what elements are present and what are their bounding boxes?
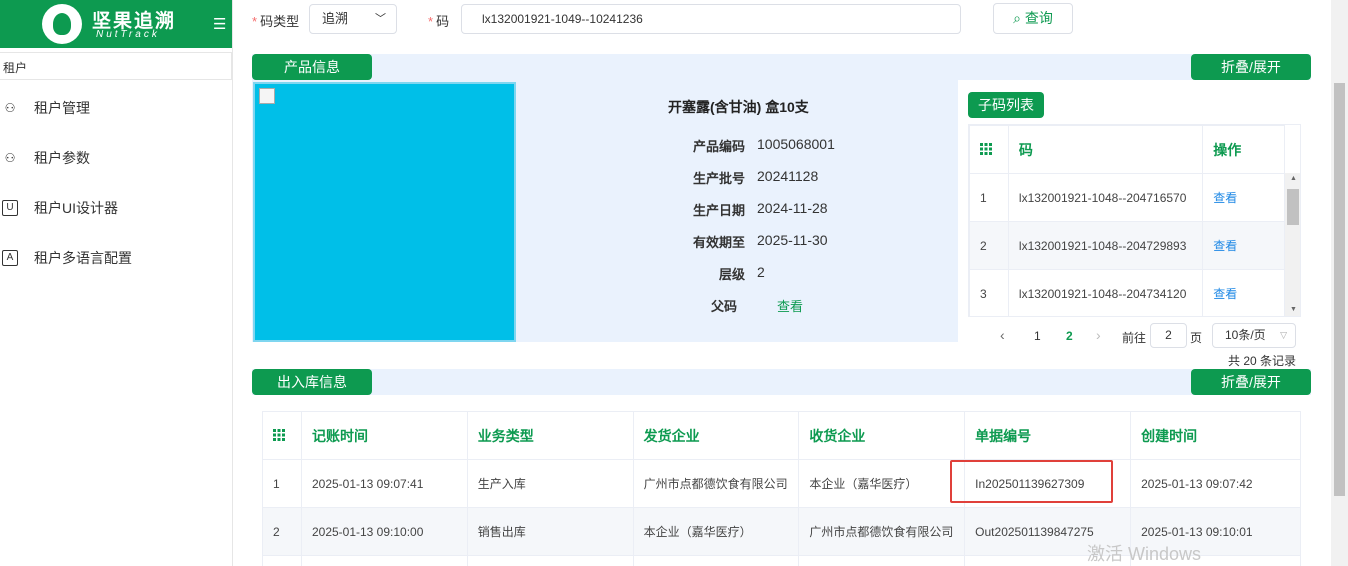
search-button[interactable]: ⌕ 查询 <box>993 3 1073 34</box>
subcode-scrollbar[interactable]: ▲ ▼ <box>1285 173 1300 316</box>
product-name: 开塞露(含甘油) 盒10支 <box>668 99 809 115</box>
nut-logo-icon <box>42 4 82 44</box>
field-batch: 生产批号 20241128 <box>692 168 819 186</box>
windows-watermark: 激活 Windows <box>1087 544 1202 564</box>
user-gear-icon: ⚇ <box>4 101 16 115</box>
sidebar-divider <box>232 0 233 566</box>
tab-inout-info[interactable]: 出入库信息 <box>252 369 372 395</box>
field-parent-code: 父码 查看 <box>655 296 955 316</box>
grid-icon <box>273 428 285 441</box>
ui-box-icon: U <box>2 200 18 216</box>
col-shipper: 发货企业 <box>632 411 800 460</box>
total-records: 共 20 条记录 <box>1228 354 1297 368</box>
view-link[interactable]: 查看 <box>1213 239 1237 253</box>
inout-band <box>252 369 1311 395</box>
field-product-code: 产品编码 1005068001 <box>692 136 835 154</box>
table-row: 1 lx132001921-1048--204716570 查看 <box>969 173 1285 222</box>
logo-subtitle: NutTrack <box>96 29 160 40</box>
product-image <box>253 82 516 342</box>
menu-toggle-icon[interactable]: ☰ <box>213 15 226 33</box>
field-level: 层级 2 <box>718 264 765 282</box>
table-row: 3 lx132001921-1048--204734120 查看 <box>969 269 1285 316</box>
parent-view-link[interactable]: 查看 <box>777 296 803 315</box>
col-post-time: 记账时间 <box>300 411 468 460</box>
code-input[interactable]: lx132001921-1049--10241236 <box>461 4 961 34</box>
col-doc-no: 单据编号 <box>964 411 1132 460</box>
page-unit-label: 页 <box>1190 331 1203 345</box>
col-created-time: 创建时间 <box>1130 411 1301 460</box>
col-biz-type: 业务类型 <box>466 411 634 460</box>
sidebar-item-tenant-params[interactable]: ⚇ 租户参数 <box>0 143 232 173</box>
sidebar-item-label: 租户参数 <box>34 150 90 166</box>
page-scrollbar[interactable] <box>1331 0 1348 566</box>
sidebar-item-label: 租户多语言配置 <box>34 250 132 266</box>
chevron-down-icon: ▽ <box>1280 330 1287 340</box>
table-row: 1 2025-01-13 09:07:41 生产入库 广州市点都德饮食有限公司 … <box>262 459 1301 508</box>
subcode-table: 码 操作 1 lx132001921-1048--204716570 查看 2 … <box>968 124 1301 317</box>
broken-image-icon <box>259 88 275 104</box>
col-receiver: 收货企业 <box>798 411 966 460</box>
code-type-select[interactable]: 追溯 ﹀ <box>309 4 397 34</box>
chevron-down-icon: ﹀ <box>375 13 386 25</box>
sidebar-item-label: 租户管理 <box>34 100 90 116</box>
goto-page-input[interactable]: 2 <box>1150 323 1187 348</box>
field-expiry: 有效期至 2025-11-30 <box>692 232 828 250</box>
goto-label: 前往 <box>1122 331 1147 345</box>
user-gear-icon: ⚇ <box>4 151 16 165</box>
next-page-icon[interactable]: › <box>1096 327 1101 343</box>
col-action: 操作 <box>1202 125 1285 174</box>
inout-toggle-button[interactable]: 折叠/展开 <box>1191 369 1311 395</box>
product-toggle-button[interactable]: 折叠/展开 <box>1191 54 1311 80</box>
breadcrumb: 租户 <box>0 52 232 80</box>
grid-icon <box>980 142 992 155</box>
code-label: * 码 <box>428 14 450 29</box>
prev-page-icon[interactable]: ‹ <box>1000 327 1005 343</box>
page-2[interactable]: 2 <box>1066 329 1073 343</box>
page-1[interactable]: 1 <box>1034 329 1041 343</box>
subcode-list-title: 子码列表 <box>968 92 1044 118</box>
search-icon: ⌕ <box>1013 10 1021 26</box>
app-logo: 坚果追溯 NutTrack ☰ <box>0 0 232 48</box>
sidebar-item-tenant-management[interactable]: ⚇ 租户管理 <box>0 93 232 123</box>
highlight-box <box>950 460 1113 503</box>
field-production-date: 生产日期 2024-11-28 <box>692 200 828 218</box>
sidebar-item-tenant-language[interactable]: A 租户多语言配置 <box>0 243 232 273</box>
product-band <box>252 54 1311 80</box>
table-row: 2 lx132001921-1048--204729893 查看 <box>969 221 1285 270</box>
page-size-select[interactable]: 10条/页 ▽ <box>1212 323 1296 348</box>
view-link[interactable]: 查看 <box>1213 287 1237 301</box>
sidebar-item-label: 租户UI设计器 <box>34 200 118 216</box>
view-link[interactable]: 查看 <box>1213 191 1237 205</box>
code-type-label: * 码类型 <box>252 14 300 29</box>
tab-product-info[interactable]: 产品信息 <box>252 54 372 80</box>
language-icon: A <box>2 250 18 266</box>
sidebar-item-tenant-ui-designer[interactable]: U 租户UI设计器 <box>0 193 232 223</box>
col-code: 码 <box>1007 125 1204 174</box>
